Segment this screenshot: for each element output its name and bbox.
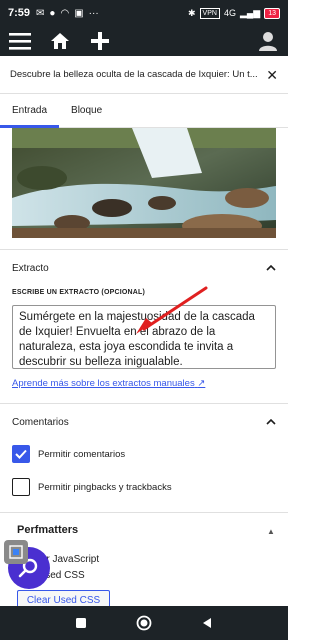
- back-icon[interactable]: [201, 617, 213, 629]
- sidebar-tabs: Entrada Bloque: [0, 94, 288, 128]
- plus-icon: [91, 32, 109, 50]
- drop-icon: ●: [49, 7, 56, 19]
- account-button[interactable]: [248, 26, 288, 56]
- vpn-badge: VPN: [199, 7, 220, 19]
- home-icon: [51, 33, 69, 49]
- allow-comments-label: Permitir comentarios: [38, 448, 126, 460]
- admin-bar: [0, 26, 288, 56]
- status-bar: 7:59 ✉ ● ◠ ▣ ··· ✱ VPN 4G ▂▄▆ 13: [0, 0, 288, 26]
- more-icon: ···: [88, 7, 99, 19]
- tab-entrada[interactable]: Entrada: [0, 94, 60, 128]
- hamburger-icon: [9, 33, 31, 50]
- bluetooth-icon: ✱: [188, 7, 196, 18]
- close-icon[interactable]: ✕: [266, 68, 278, 82]
- chevron-up-icon: [266, 419, 276, 425]
- comments-heading: Comentarios: [12, 416, 69, 428]
- photo-icon: ▣: [74, 7, 84, 19]
- excerpt-help-link[interactable]: Aprende más sobre los extractos manuales…: [12, 378, 205, 389]
- system-nav-bar: [0, 606, 288, 640]
- allow-pingbacks-row: Permitir pingbacks y trackbacks: [12, 478, 172, 496]
- collapse-arrow-icon[interactable]: ▲: [267, 527, 275, 536]
- post-title: Descubre la belleza oculta de la cascada…: [10, 69, 258, 80]
- recents-icon[interactable]: [75, 617, 87, 629]
- chevron-up-icon: [266, 265, 276, 271]
- allow-comments-row: Permitir comentarios: [12, 445, 125, 463]
- menu-toggle[interactable]: [0, 26, 40, 56]
- screenshot-icon[interactable]: [4, 540, 28, 564]
- checkmark-icon: [15, 449, 27, 459]
- signal-icon: ▂▄▆: [239, 7, 261, 18]
- allow-pingbacks-checkbox[interactable]: [12, 478, 30, 496]
- status-time: 7:59: [8, 7, 31, 19]
- user-icon: [259, 32, 277, 51]
- annotation-arrow: [136, 286, 208, 334]
- comments-panel: Comentarios: [0, 403, 288, 440]
- wifi-alert-icon: ◠: [60, 7, 70, 19]
- excerpt-panel: Extracto: [0, 249, 288, 286]
- allow-pingbacks-label: Permitir pingbacks y trackbacks: [38, 481, 172, 493]
- floating-search-widget[interactable]: [4, 540, 52, 589]
- comments-toggle[interactable]: Comentarios: [0, 404, 288, 440]
- excerpt-heading: Extracto: [12, 262, 49, 274]
- home-nav-icon[interactable]: [136, 615, 152, 631]
- allow-comments-checkbox[interactable]: [12, 445, 30, 463]
- featured-image[interactable]: [12, 128, 276, 238]
- notification-icon: ✉: [36, 7, 45, 19]
- settings-header: Descubre la belleza oculta de la cascada…: [0, 56, 288, 94]
- perfmatters-heading: Perfmatters: [17, 524, 79, 536]
- excerpt-toggle[interactable]: Extracto: [0, 250, 288, 286]
- home-button[interactable]: [40, 26, 80, 56]
- battery-level: 13: [264, 7, 280, 19]
- network-label: 4G: [223, 8, 236, 18]
- external-link-icon: ↗: [197, 378, 206, 389]
- add-new-button[interactable]: [80, 26, 120, 56]
- tab-bloque[interactable]: Bloque: [59, 94, 114, 127]
- waterfall-photo: [12, 128, 276, 238]
- excerpt-field-label: ESCRIBE UN EXTRACTO (OPCIONAL): [12, 289, 146, 296]
